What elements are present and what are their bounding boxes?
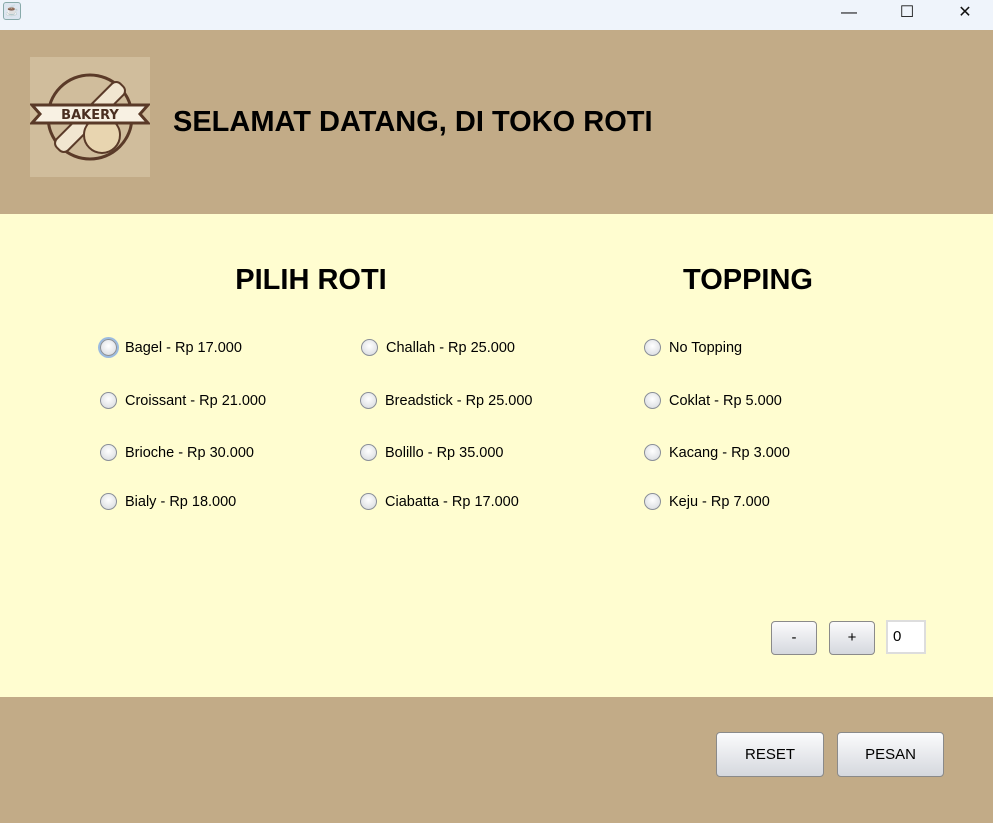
radio-kacang[interactable]: Kacang - Rp 3.000 [644,444,790,461]
radio-label: Kacang - Rp 3.000 [669,444,790,461]
radio-circle[interactable] [644,444,661,461]
title-bar: ☕ — ☐ ✕ [0,0,993,30]
radio-no-topping[interactable]: No Topping [644,339,742,356]
radio-circle[interactable] [100,444,117,461]
radio-circle[interactable] [100,493,117,510]
radio-label: Challah - Rp 25.000 [386,339,515,356]
quantity-field[interactable]: 0 [886,620,926,654]
radio-coklat[interactable]: Coklat - Rp 5.000 [644,392,782,409]
radio-brioche[interactable]: Brioche - Rp 30.000 [100,444,254,461]
radio-label: Croissant - Rp 21.000 [125,392,267,409]
radio-circle[interactable] [100,339,117,356]
radio-label: Brioche - Rp 30.000 [125,444,254,461]
pesan-button[interactable]: PESAN [837,732,944,777]
radio-circle[interactable] [100,392,117,409]
radio-ciabatta[interactable]: Ciabatta - Rp 17.000 [360,493,519,510]
close-button[interactable]: ✕ [942,0,988,30]
radio-breadstick[interactable]: Breadstick - Rp 25.000 [360,392,533,409]
minimize-button[interactable]: — [826,0,872,30]
reset-button[interactable]: RESET [716,732,824,777]
radio-circle[interactable] [360,493,377,510]
roti-heading: PILIH ROTI [235,264,387,296]
topping-heading: TOPPING [683,264,813,296]
decrease-button[interactable]: - [771,621,817,655]
radio-bolillo[interactable]: Bolillo - Rp 35.000 [360,444,504,461]
increase-button[interactable]: + [829,621,875,655]
radio-circle[interactable] [644,392,661,409]
radio-label: Bagel - Rp 17.000 [125,339,242,356]
header: BAKERY SELAMAT DATANG, DI TOKO ROTI [0,30,993,214]
radio-label: Bialy - Rp 18.000 [125,493,237,510]
radio-label: Coklat - Rp 5.000 [669,392,782,409]
radio-bagel[interactable]: Bagel - Rp 17.000 [100,339,242,356]
radio-croissant[interactable]: Croissant - Rp 21.000 [100,392,266,409]
radio-circle[interactable] [360,444,377,461]
bakery-logo: BAKERY [28,57,152,177]
radio-label: Breadstick - Rp 25.000 [385,392,533,409]
radio-circle[interactable] [644,493,661,510]
radio-circle[interactable] [644,339,661,356]
radio-label: Bolillo - Rp 35.000 [385,444,504,461]
radio-challah[interactable]: Challah - Rp 25.000 [361,339,515,356]
radio-label: No Topping [669,339,743,356]
page-title: SELAMAT DATANG, DI TOKO ROTI [173,106,653,138]
radio-circle[interactable] [360,392,377,409]
radio-label: Keju - Rp 7.000 [669,493,770,510]
java-app-icon: ☕ [3,2,21,20]
radio-bialy[interactable]: Bialy - Rp 18.000 [100,493,236,510]
footer: RESET PESAN [0,697,993,823]
maximize-button[interactable]: ☐ [884,0,930,30]
radio-label: Ciabatta - Rp 17.000 [385,493,519,510]
radio-circle[interactable] [361,339,378,356]
radio-keju[interactable]: Keju - Rp 7.000 [644,493,770,510]
logo-text: BAKERY [61,108,119,123]
